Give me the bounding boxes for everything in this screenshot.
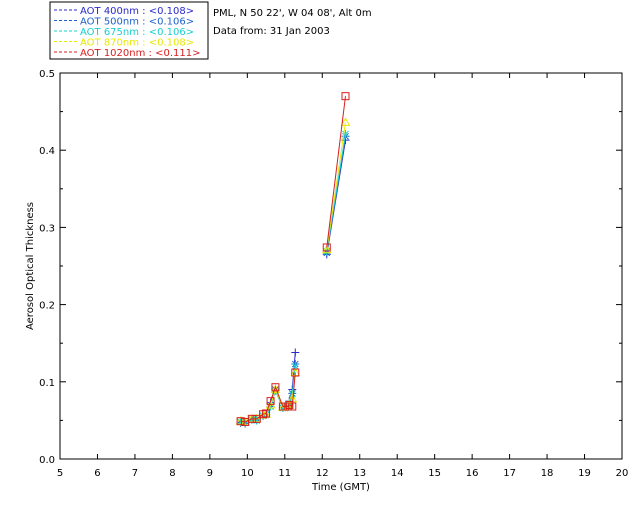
x-tick-label: 14 [391,468,404,479]
legend-label: AOT 1020nm : <0.111> [80,48,200,59]
legend-label: AOT 500nm : <0.106> [80,17,194,28]
x-tick-label: 10 [241,468,254,479]
x-tick-label: 17 [503,468,516,479]
x-tick-label: 5 [57,468,63,479]
aot-chart: AOT 400nm : <0.108>AOT 500nm : <0.106>AO… [25,1,628,493]
series-line [326,122,346,250]
x-tick-label: 12 [316,468,329,479]
x-tick-label: 20 [616,468,629,479]
y-axis-title: Aerosol Optical Thickness [25,202,36,330]
y-tick-label: 0.4 [39,146,55,157]
legend: AOT 400nm : <0.108>AOT 500nm : <0.106>AO… [49,1,209,60]
y-tick-label: 0.0 [39,455,55,466]
axis-ticks: 5 6 7 8 9 10 11 12 13 14 15 16 17 18 19 20 0.0 0.1 0.2 0.3 0… [39,69,628,479]
x-tick-label: 11 [278,468,291,479]
x-tick-label: 18 [541,468,554,479]
legend-label: AOT 675nm : <0.106> [80,27,194,38]
x-tick-label: 8 [169,468,175,479]
y-tick-label: 0.2 [39,301,55,312]
x-tick-label: 15 [428,468,441,479]
series-line [326,96,346,248]
x-axis-title: Time (GMT) [311,482,370,493]
data-point-plus [291,348,300,357]
x-tick-label: 16 [466,468,479,479]
data-date: Data from: 31 Jan 2003 [213,26,330,37]
x-tick-label: 19 [578,468,591,479]
y-tick-label: 0.3 [39,223,55,234]
y-tick-label: 0.1 [39,378,55,389]
x-tick-label: 7 [132,468,138,479]
x-tick-label: 6 [94,468,100,479]
x-tick-label: 9 [207,468,213,479]
legend-label: AOT 870nm : <0.108> [80,38,194,49]
x-tick-label: 13 [353,468,366,479]
y-tick-label: 0.5 [39,69,55,80]
series-layer [235,92,351,428]
legend-label: AOT 400nm : <0.108> [80,6,194,17]
station-info: PML, N 50 22', W 04 08', Alt 0m [213,8,372,19]
